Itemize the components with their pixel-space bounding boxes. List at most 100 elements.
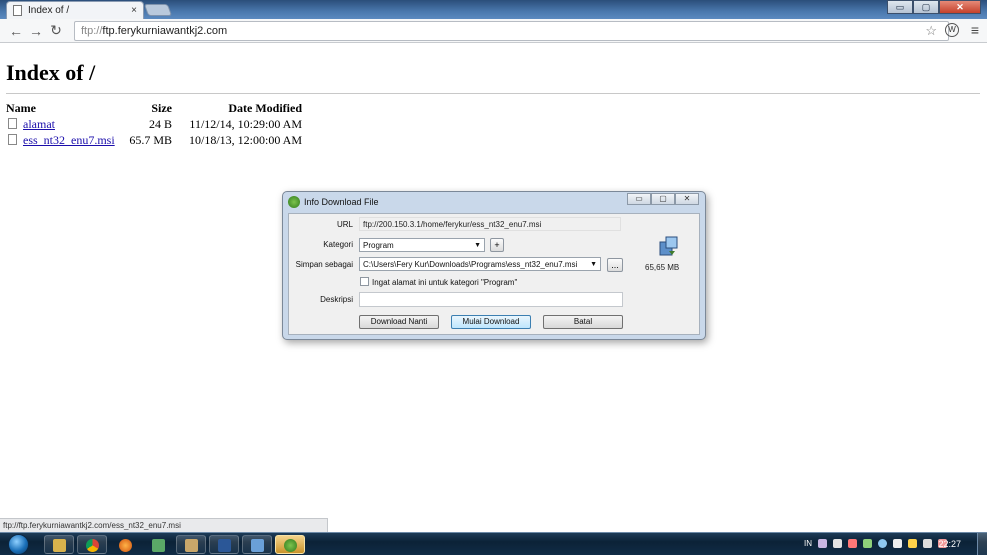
taskbar-network[interactable] [242, 535, 272, 554]
minimize-button[interactable]: ▭ [887, 0, 913, 14]
page-title: Index of / [6, 60, 96, 85]
dialog-maximize-button[interactable]: ▢ [651, 193, 675, 205]
tray-app-icon[interactable] [833, 539, 842, 548]
taskbar-app[interactable] [143, 535, 173, 554]
tab-index[interactable]: Index of / × [6, 1, 144, 19]
save-path-value: C:\Users\Fery Kur\Downloads\Programs\ess… [363, 259, 578, 269]
page-icon [13, 5, 22, 16]
tab-close-icon[interactable]: × [131, 5, 137, 16]
divider [6, 93, 980, 94]
word-icon [218, 539, 231, 552]
download-later-button[interactable]: Download Nanti [359, 315, 439, 329]
url-scheme: ftp:// [81, 24, 103, 37]
status-bar: ftp://ftp.ferykurniawantkj2.com/ess_nt32… [0, 518, 328, 532]
menu-icon[interactable]: ≡ [971, 22, 979, 38]
url-field[interactable]: ftp://200.150.3.1/home/ferykur/ess_nt32_… [359, 217, 621, 231]
kategori-select[interactable]: Program ▼ [359, 238, 485, 252]
idm-icon [284, 539, 297, 552]
volume-icon[interactable] [923, 539, 932, 548]
name-cell: ess_nt32_enu7.msi [6, 132, 116, 148]
name-cell: alamat [6, 116, 116, 132]
url-label: URL [336, 220, 353, 229]
dialog-minimize-button[interactable]: ▭ [627, 193, 651, 205]
save-as-label: Simpan sebagai [295, 260, 353, 269]
windows-taskbar: IN 22:27 [0, 532, 987, 555]
language-indicator[interactable]: IN [804, 539, 812, 548]
add-category-button[interactable]: + [490, 238, 504, 252]
download-dialog: Info Download File ▭ ▢ ✕ URL ftp://200.1… [282, 191, 706, 340]
column-size[interactable]: Size [116, 100, 172, 116]
chevron-down-icon: ▼ [590, 260, 597, 268]
tray-usb-icon[interactable] [893, 539, 902, 548]
kategori-label: Kategori [323, 240, 353, 249]
column-date[interactable]: Date Modified [172, 100, 302, 116]
file-link[interactable]: ess_nt32_enu7.msi [23, 133, 115, 147]
close-button[interactable]: ✕ [939, 0, 981, 14]
package-icon [659, 236, 678, 256]
chevron-down-icon: ▼ [474, 241, 481, 249]
date-cell: 10/18/13, 12:00:00 AM [188, 132, 302, 147]
back-arrow-icon[interactable]: ← [6, 23, 26, 39]
window-controls: ▭ ▢ ✕ [887, 0, 981, 14]
app-icon [152, 539, 165, 552]
browser-toolbar: ← → ↻ ftp:// ftp.ferykurniawantkj2.com [0, 19, 987, 43]
tray-globe-icon[interactable] [878, 539, 887, 548]
dialog-titlebar[interactable]: Info Download File ▭ ▢ ✕ [283, 192, 705, 212]
address-bar[interactable]: ftp:// ftp.ferykurniawantkj2.com [74, 20, 949, 41]
new-tab-button[interactable] [143, 4, 173, 16]
tray-shield-icon[interactable] [863, 539, 872, 548]
dialog-title: Info Download File [304, 197, 379, 207]
pen-icon[interactable] [818, 539, 827, 548]
dialog-window-controls: ▭ ▢ ✕ [627, 193, 699, 205]
dialog-body: URL ftp://200.150.3.1/home/ferykur/ess_n… [288, 213, 700, 335]
deskripsi-input[interactable] [359, 292, 623, 307]
media-icon [185, 539, 198, 552]
remember-checkbox[interactable] [360, 277, 369, 286]
tray-alert-icon[interactable] [848, 539, 857, 548]
table-row: ess_nt32_enu7.msi 65.7 MB 10/18/13, 12:0… [6, 132, 302, 148]
url-host: ftp.ferykurniawantkj2.com [102, 24, 228, 37]
start-button[interactable] [2, 533, 38, 555]
size-cell: 24 B [148, 116, 172, 131]
size-cell: 65.7 MB [129, 132, 172, 147]
browse-button[interactable]: ... [607, 258, 623, 272]
file-icon [8, 133, 17, 145]
idm-logo-icon [288, 196, 300, 208]
kategori-value: Program [363, 240, 394, 250]
file-size-label: 65,65 MB [645, 263, 680, 272]
firefox-icon [119, 539, 132, 552]
file-link[interactable]: alamat [23, 117, 55, 131]
maximize-button[interactable]: ▢ [913, 0, 939, 14]
cancel-button[interactable]: Batal [543, 315, 623, 329]
file-listing-table: Name Size Date Modified alamat 24 B 11/1… [6, 100, 302, 148]
windows-logo-icon [8, 534, 29, 555]
reload-icon[interactable]: ↻ [46, 22, 66, 39]
network-icon [251, 539, 264, 552]
start-download-button[interactable]: Mulai Download [451, 315, 531, 329]
wordpress-icon[interactable]: W [945, 23, 959, 37]
chrome-icon [86, 539, 99, 552]
system-tray: IN [804, 539, 947, 548]
tray-flag-icon[interactable] [908, 539, 917, 548]
column-name[interactable]: Name [6, 100, 116, 116]
taskbar-chrome[interactable] [77, 535, 107, 554]
tab-strip: Index of / × ▭ ▢ ✕ [0, 0, 987, 19]
dialog-close-button[interactable]: ✕ [675, 193, 699, 205]
date-cell: 11/12/14, 10:29:00 AM [189, 116, 302, 131]
table-header-row: Name Size Date Modified [6, 100, 302, 116]
taskbar-firefox[interactable] [110, 535, 140, 554]
show-desktop-button[interactable] [977, 533, 987, 555]
folder-icon [53, 539, 66, 552]
tab-title: Index of / [28, 5, 70, 16]
table-row: alamat 24 B 11/12/14, 10:29:00 AM [6, 116, 302, 132]
clock[interactable]: 22:27 [938, 539, 961, 549]
forward-arrow-icon[interactable]: → [26, 23, 46, 39]
bookmark-star-icon[interactable]: ☆ [925, 23, 937, 39]
taskbar-explorer[interactable] [44, 535, 74, 554]
taskbar-idm[interactable] [275, 535, 305, 554]
taskbar-word[interactable] [209, 535, 239, 554]
file-icon [8, 117, 17, 129]
save-path-select[interactable]: C:\Users\Fery Kur\Downloads\Programs\ess… [359, 257, 601, 271]
deskripsi-label: Deskripsi [320, 295, 353, 304]
taskbar-media[interactable] [176, 535, 206, 554]
